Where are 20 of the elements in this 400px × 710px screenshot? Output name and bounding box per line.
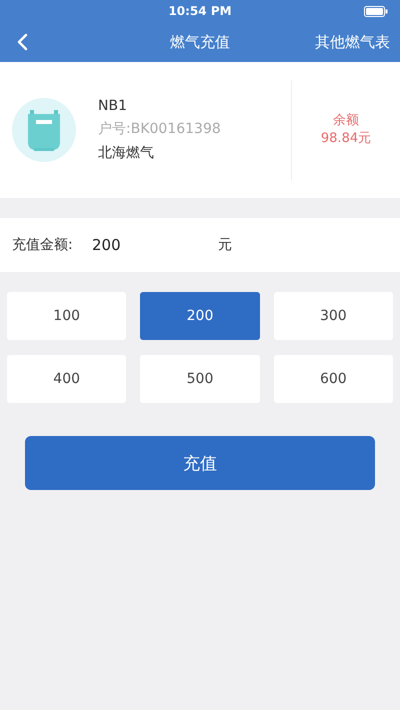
meter-name: NB1 <box>98 98 128 114</box>
amount-option[interactable]: 500 <box>140 355 260 403</box>
balance-label: 余额 <box>333 112 359 130</box>
other-meters-link[interactable]: 其他燃气表 <box>313 30 392 54</box>
amount-option[interactable]: 400 <box>7 355 126 403</box>
amount-label: 充值金额: <box>12 236 74 254</box>
amount-option[interactable]: 100 <box>7 292 126 340</box>
amount-option[interactable]: 200 <box>140 292 260 340</box>
gas-company: 北海燃气 <box>98 144 155 162</box>
currency-unit: 元 <box>218 236 232 254</box>
status-time: 10:54 PM <box>168 4 232 18</box>
battery-icon <box>364 6 388 17</box>
account-number: 户号:BK00161398 <box>98 120 222 138</box>
balance-value: 98.84元 <box>320 130 372 148</box>
amount-option[interactable]: 300 <box>274 292 393 340</box>
gas-meter-icon <box>12 98 76 162</box>
page-title: 燃气充值 <box>170 32 230 50</box>
back-icon[interactable] <box>16 33 30 51</box>
recharge-button[interactable]: 充值 <box>25 436 375 490</box>
amount-option[interactable]: 600 <box>274 355 393 403</box>
